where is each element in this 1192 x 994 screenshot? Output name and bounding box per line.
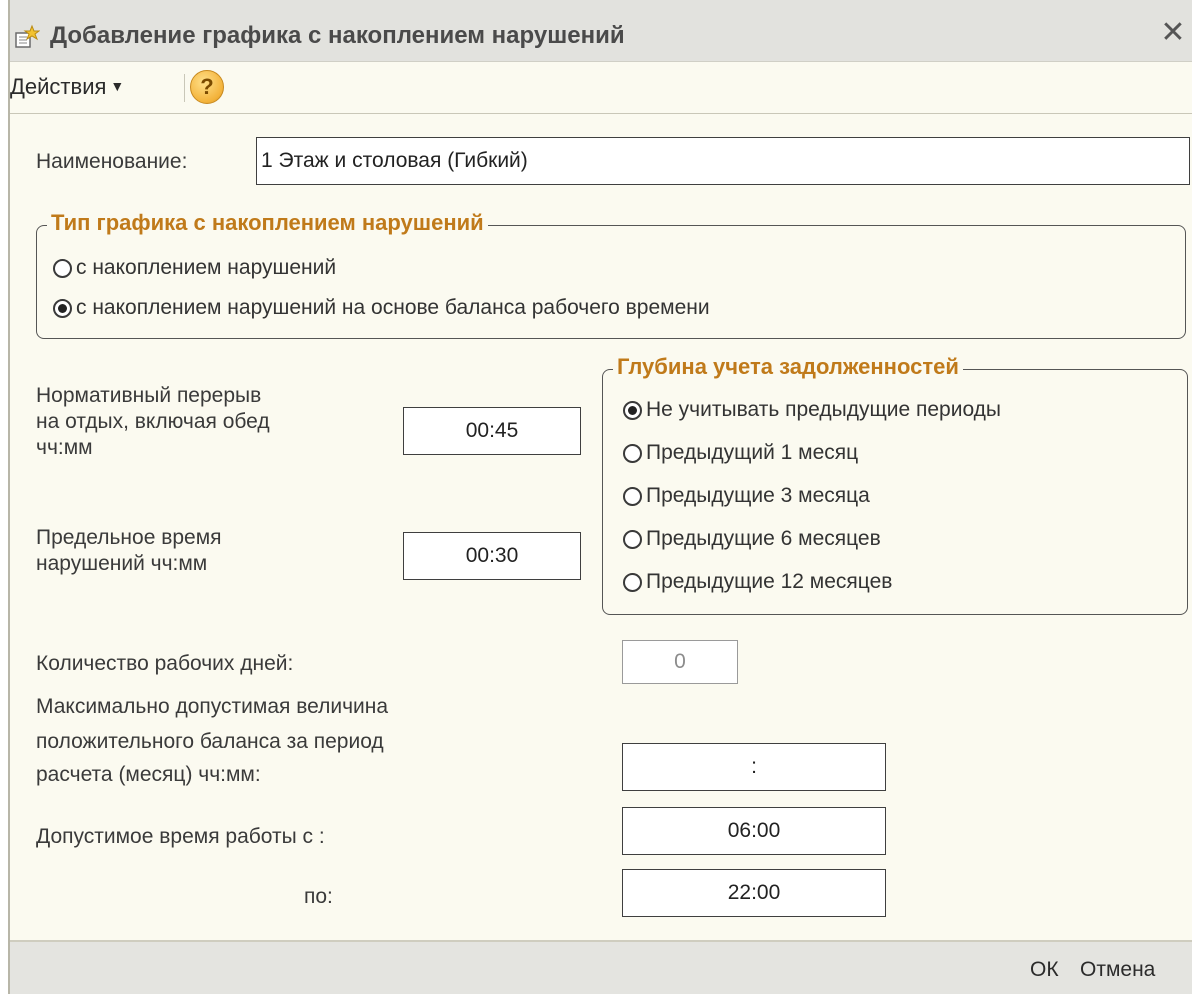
limit-label-line2: нарушений чч:мм (36, 552, 208, 575)
schedule-type-group: Тип графика с накоплением нарушений с на… (36, 210, 1186, 339)
depth-option-label: Не учитывать предыдущие периоды (646, 398, 1002, 421)
type-option-label: с накоплением нарушений на основе баланс… (76, 296, 710, 319)
max-balance-label-line2: положительного баланса за период (36, 730, 384, 753)
depth-option-none[interactable]: Не учитывать предыдущие периоды (623, 398, 1001, 422)
workdays-field: 0 (622, 640, 738, 684)
workdays-label: Количество рабочих дней: (36, 652, 294, 675)
max-balance-field[interactable]: : (622, 743, 886, 791)
title-bar: Добавление графика с накоплением нарушен… (10, 0, 1192, 62)
add-document-icon (14, 24, 41, 50)
max-balance-label-line1: Максимально допустимая величина (36, 695, 389, 718)
depth-option-3-months[interactable]: Предыдущие 3 месяца (623, 484, 870, 508)
work-from-label: Допустимое время работы с : (36, 825, 325, 848)
help-icon[interactable]: ? (190, 70, 224, 104)
footer-bar: ОК Отмена (10, 940, 1192, 994)
work-from-field[interactable]: 06:00 (622, 807, 886, 855)
name-field[interactable]: 1 Этаж и столовая (Гибкий) (256, 137, 1190, 185)
ok-button[interactable]: ОК (1030, 958, 1059, 982)
break-duration-field[interactable]: 00:45 (403, 407, 581, 455)
window-title: Добавление графика с накоплением нарушен… (50, 22, 625, 49)
schedule-type-group-title: Тип графика с накоплением нарушений (47, 210, 488, 236)
radio-button[interactable] (623, 443, 642, 463)
depth-option-12-months[interactable]: Предыдущие 12 месяцев (623, 570, 892, 594)
max-balance-label-line3: расчета (месяц) чч:мм: (36, 763, 261, 786)
depth-option-label: Предыдущие 3 месяца (646, 484, 870, 507)
cancel-button[interactable]: Отмена (1080, 958, 1155, 982)
type-option-label: с накоплением нарушений (76, 256, 337, 279)
type-option-violations[interactable]: с накоплением нарушений (53, 256, 336, 280)
dialog-window: Добавление графика с накоплением нарушен… (8, 0, 1192, 994)
limit-label-line1: Предельное время (36, 526, 222, 549)
radio-button-checked[interactable] (53, 298, 72, 318)
radio-button[interactable] (53, 258, 72, 278)
close-icon[interactable]: ✕ (1158, 18, 1188, 48)
depth-option-label: Предыдущие 12 месяцев (646, 570, 893, 593)
caret-down-icon: ▼ (110, 78, 125, 94)
type-option-balance[interactable]: с накоплением нарушений на основе баланс… (53, 296, 710, 320)
actions-menu[interactable]: Действия ▼ (10, 74, 124, 100)
radio-button[interactable] (623, 529, 642, 549)
depth-option-6-months[interactable]: Предыдущие 6 месяцев (623, 527, 881, 551)
break-label-line3: чч:мм (36, 436, 93, 459)
break-label-line2: на отдых, включая обед (36, 410, 270, 433)
depth-option-label: Предыдущий 1 месяц (646, 441, 859, 464)
work-to-field[interactable]: 22:00 (622, 869, 886, 917)
radio-button-checked[interactable] (623, 400, 642, 420)
menu-bar: Действия ▼ ? (10, 62, 1192, 114)
work-to-label: по: (304, 885, 333, 908)
actions-menu-label: Действия (10, 74, 107, 99)
violation-limit-field[interactable]: 00:30 (403, 532, 581, 580)
menu-separator (184, 74, 185, 102)
depth-option-label: Предыдущие 6 месяцев (646, 527, 881, 550)
break-label-line1: Нормативный перерыв (36, 384, 262, 407)
name-label: Наименование: (36, 150, 188, 173)
radio-button[interactable] (623, 486, 642, 506)
depth-option-1-month[interactable]: Предыдущий 1 месяц (623, 441, 858, 465)
debt-depth-group-title: Глубина учета задолженностей (613, 354, 963, 380)
debt-depth-group: Глубина учета задолженностей Не учитыват… (602, 354, 1188, 615)
radio-button[interactable] (623, 572, 642, 592)
